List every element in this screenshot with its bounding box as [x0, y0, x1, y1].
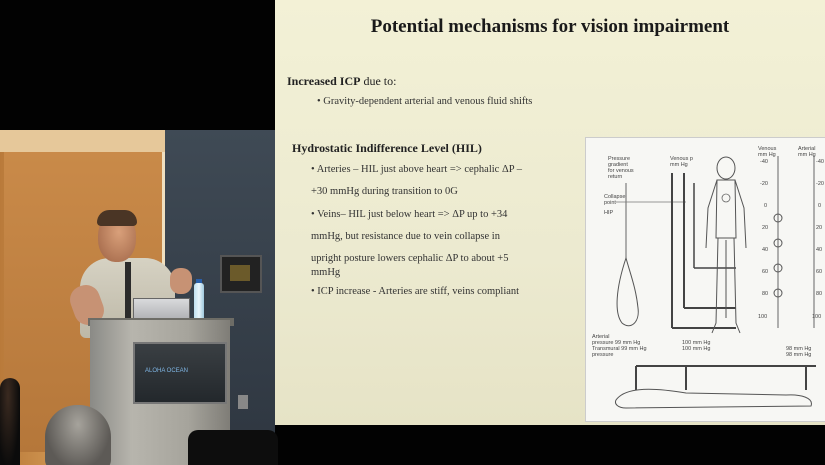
icp-heading-rest: due to: — [360, 74, 397, 88]
scale-label: -40 — [816, 159, 824, 165]
scale-label: 60 — [816, 269, 822, 275]
icp-heading-bold: Increased ICP — [287, 74, 361, 88]
scale-label: -40 — [760, 159, 768, 165]
fig-label: HIP — [604, 210, 614, 216]
wall-panel-display — [230, 265, 250, 281]
scale-label: 20 — [762, 225, 768, 231]
fig-bottom-label: pressure — [592, 352, 613, 358]
dark-wall — [0, 0, 275, 130]
hil-line: mmHg, but resistance due to vein collaps… — [311, 231, 500, 242]
podium-sign: ALOHA OCEAN — [133, 342, 227, 404]
hil-line: • Veins– HIL just below heart => ΔP up t… — [311, 209, 508, 220]
hil-line: +30 mmHg during transition to 0G — [311, 186, 458, 197]
water-bottle — [194, 283, 204, 319]
icp-heading: Increased ICP due to: — [287, 74, 396, 89]
projected-slide: Potential mechanisms for vision impairme… — [275, 0, 825, 425]
audience-member — [0, 378, 20, 465]
hydrostatic-figure: Pressure gradient for venous return Coll… — [585, 137, 825, 422]
hil-line: • ICP increase - Arteries are stiff, vei… — [311, 286, 520, 297]
wall-switch — [238, 395, 248, 409]
fig-label: mm Hg — [798, 152, 816, 158]
fig-label: point — [604, 200, 616, 206]
audience-chair — [188, 430, 278, 465]
dark-floor — [275, 425, 825, 465]
scale-label: 80 — [762, 291, 768, 297]
scale-label: 20 — [816, 225, 822, 231]
scale-label: 60 — [762, 269, 768, 275]
audience-member — [45, 405, 111, 465]
hil-line: upright posture lowers cephalic ΔP to ab… — [311, 253, 509, 264]
hil-line: • Arteries – HIL just above heart => cep… — [311, 164, 523, 175]
scale-label: -20 — [816, 181, 824, 187]
fig-label: mm Hg — [670, 162, 688, 168]
podium-sign-text: ALOHA OCEAN — [145, 368, 189, 374]
scale-label: 0 — [764, 203, 767, 209]
lecture-scene: Potential mechanisms for vision impairme… — [0, 0, 825, 465]
fig-label: mm Hg — [758, 152, 776, 158]
wood-trim — [0, 130, 168, 152]
fig-bottom-label: 98 mm Hg — [786, 352, 811, 358]
speaker-hair — [97, 210, 137, 226]
scale-label: 40 — [762, 247, 768, 253]
scale-label: -20 — [760, 181, 768, 187]
scale-label: 0 — [818, 203, 821, 209]
scale-label: 80 — [816, 291, 822, 297]
hil-heading: Hydrostatic Indifference Level (HIL) — [292, 141, 482, 155]
scale-label: 100 — [812, 314, 821, 320]
scale-label: 100 — [758, 314, 767, 320]
icp-bullet: • Gravity-dependent arterial and venous … — [317, 96, 533, 107]
scale-label: 40 — [816, 247, 822, 253]
lanyard — [125, 262, 131, 322]
slide-title: Potential mechanisms for vision impairme… — [370, 16, 730, 37]
fig-label: return — [608, 174, 622, 180]
speaker-right-hand — [170, 268, 192, 294]
wall-panel — [220, 255, 262, 293]
fig-bottom-label: 100 mm Hg — [682, 346, 710, 352]
